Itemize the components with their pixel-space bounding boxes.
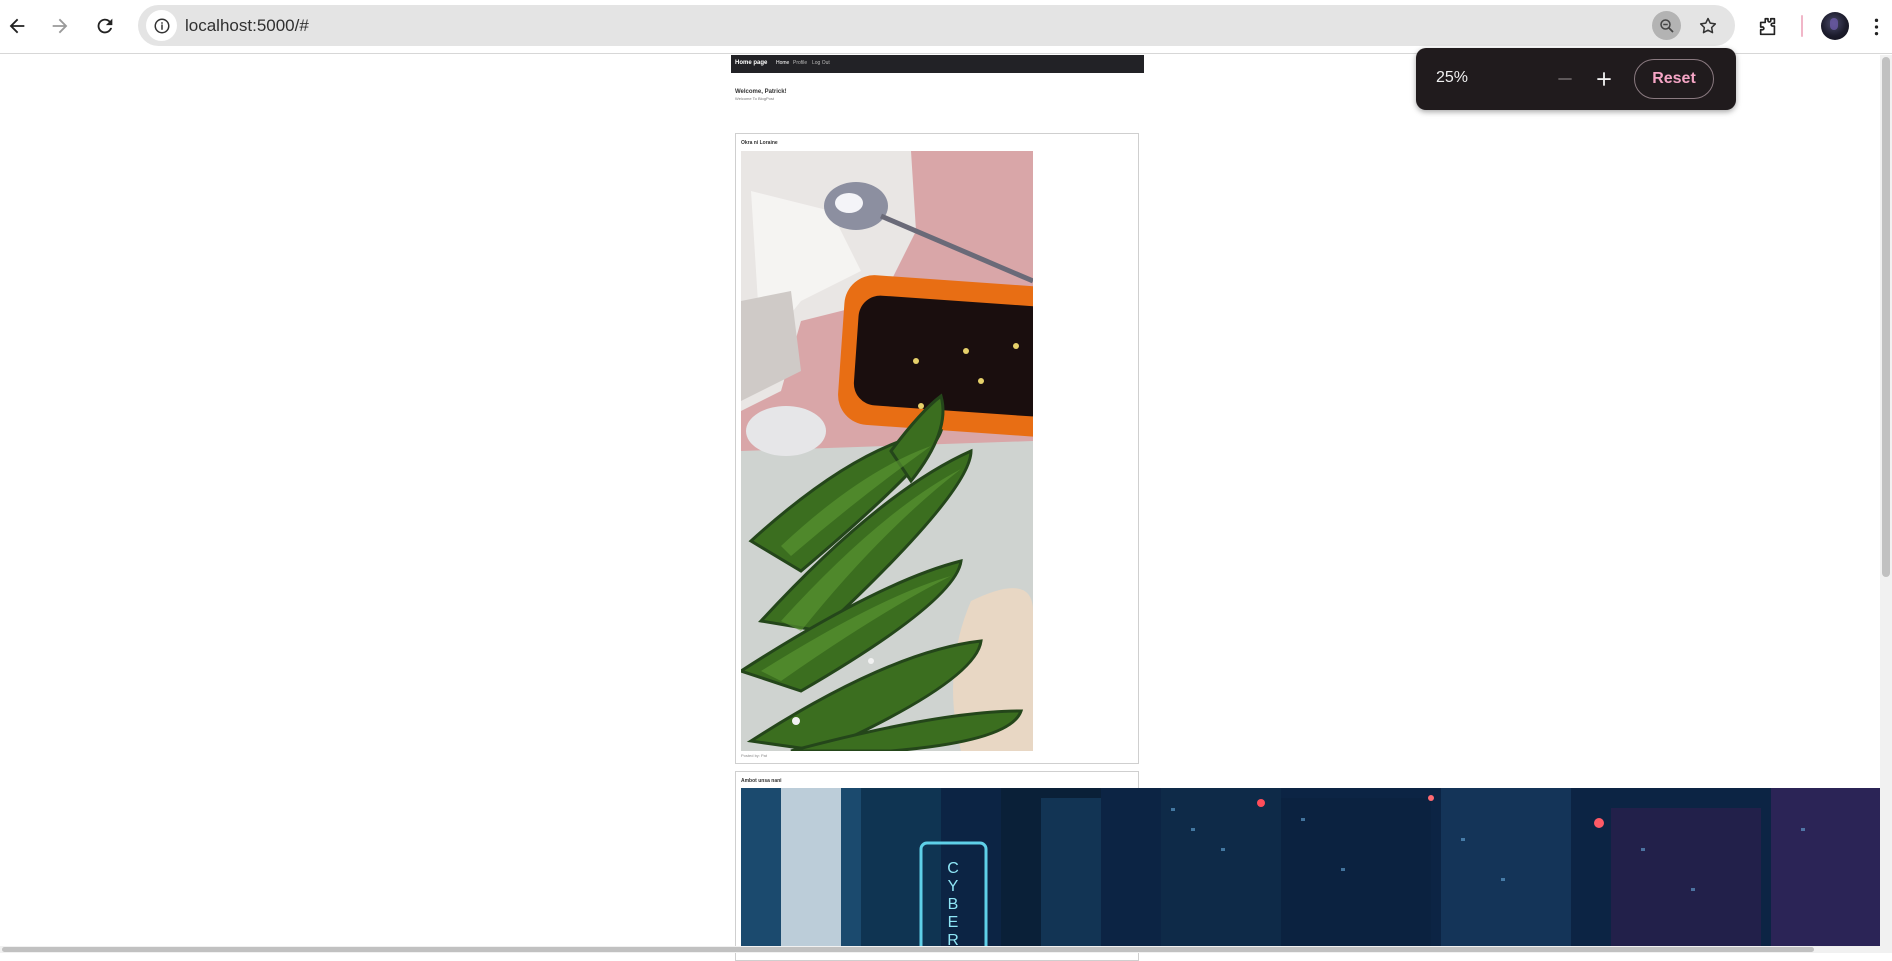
url-text[interactable]: localhost:5000/# <box>185 16 309 36</box>
post-author: Posted by: Pat <box>741 753 768 758</box>
bookmark-button[interactable] <box>1693 11 1722 40</box>
horizontal-scrollbar-thumb[interactable] <box>2 947 1814 952</box>
welcome-subtitle: Welcome To BlogPost <box>735 96 774 101</box>
reload-button[interactable] <box>88 9 122 43</box>
browser-menu-button[interactable] <box>1868 12 1884 42</box>
nav-link-profile[interactable]: Profile <box>793 60 807 66</box>
horizontal-scrollbar[interactable] <box>0 946 1880 953</box>
svg-text:Y: Y <box>948 878 959 895</box>
browser-toolbar: localhost:5000/# <box>0 0 1892 54</box>
arrow-right-icon <box>52 18 68 34</box>
reload-icon <box>97 18 113 34</box>
cyberpunk-city-photo: C Y B E R <box>741 788 1887 953</box>
zoom-popup: 25% Reset <box>1416 48 1736 110</box>
profile-avatar[interactable] <box>1821 12 1849 40</box>
zoom-level-text: 25% <box>1436 69 1469 86</box>
minus-icon <box>1558 78 1572 80</box>
zoom-indicator-button[interactable] <box>1652 11 1681 40</box>
zoom-out-button[interactable] <box>1549 63 1581 95</box>
zoom-reset-button[interactable]: Reset <box>1634 59 1714 99</box>
post-image: C Y B E R <box>741 788 1887 953</box>
vertical-scrollbar[interactable] <box>1880 55 1892 953</box>
site-info-button[interactable] <box>146 10 177 41</box>
arrow-left-icon <box>9 18 25 34</box>
site-navbar: Home page Home Profile Log Out <box>731 55 1144 73</box>
vertical-scrollbar-thumb[interactable] <box>1882 57 1890 577</box>
plus-icon <box>1597 72 1611 86</box>
post-image <box>741 151 1033 751</box>
puzzle-icon <box>1759 17 1776 36</box>
nav-link-home[interactable]: Home <box>776 60 789 66</box>
welcome-heading: Welcome, Patrick! <box>735 89 787 95</box>
extensions-button[interactable] <box>1752 11 1784 43</box>
star-icon <box>1699 17 1716 33</box>
toolbar-divider <box>1801 15 1803 37</box>
address-bar[interactable]: localhost:5000/# <box>138 5 1735 46</box>
okra-photo <box>741 151 1033 751</box>
post-title: Okra ni Loraine <box>741 140 778 146</box>
site-brand[interactable]: Home page <box>735 60 767 66</box>
forward-button[interactable] <box>43 9 77 43</box>
more-vert-icon <box>1874 18 1878 36</box>
nav-link-logout[interactable]: Log Out <box>812 60 830 66</box>
info-icon <box>154 18 169 33</box>
zoom-in-button[interactable] <box>1588 63 1620 95</box>
post-title: Ambot unsa nani <box>741 778 782 784</box>
back-button[interactable] <box>0 9 34 43</box>
svg-text:E: E <box>948 914 959 931</box>
svg-text:C: C <box>947 860 959 877</box>
zoom-out-icon <box>1659 18 1674 33</box>
svg-text:B: B <box>948 896 959 913</box>
